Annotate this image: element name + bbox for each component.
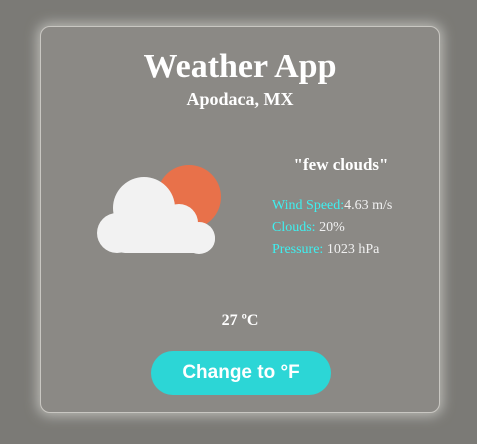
wind-speed-label: Wind Speed: bbox=[272, 198, 345, 213]
clouds-value: 20% bbox=[315, 220, 345, 235]
weather-details: Wind Speed:4.63 m/s Clouds: 20% Pressure… bbox=[272, 195, 392, 261]
few-clouds-day-icon bbox=[95, 165, 231, 257]
weather-description: "few clouds" bbox=[293, 155, 389, 174]
pressure-label: Pressure: bbox=[272, 242, 324, 257]
wind-speed-row: Wind Speed:4.63 m/s bbox=[272, 195, 392, 217]
weather-card: Weather App Apodaca, MX "few clouds" Win… bbox=[40, 26, 440, 413]
pressure-row: Pressure: 1023 hPa bbox=[272, 239, 392, 261]
app-title: Weather App bbox=[143, 48, 337, 85]
clouds-label: Clouds: bbox=[272, 220, 316, 235]
temperature-value: 27 ºC bbox=[221, 312, 259, 329]
location-label: Apodaca, MX bbox=[186, 89, 294, 109]
pressure-value: 1023 hPa bbox=[323, 242, 380, 257]
clouds-row: Clouds: 20% bbox=[272, 217, 392, 239]
wind-speed-value: 4.63 m/s bbox=[344, 198, 393, 213]
change-unit-button[interactable]: Change to °F bbox=[151, 351, 331, 395]
